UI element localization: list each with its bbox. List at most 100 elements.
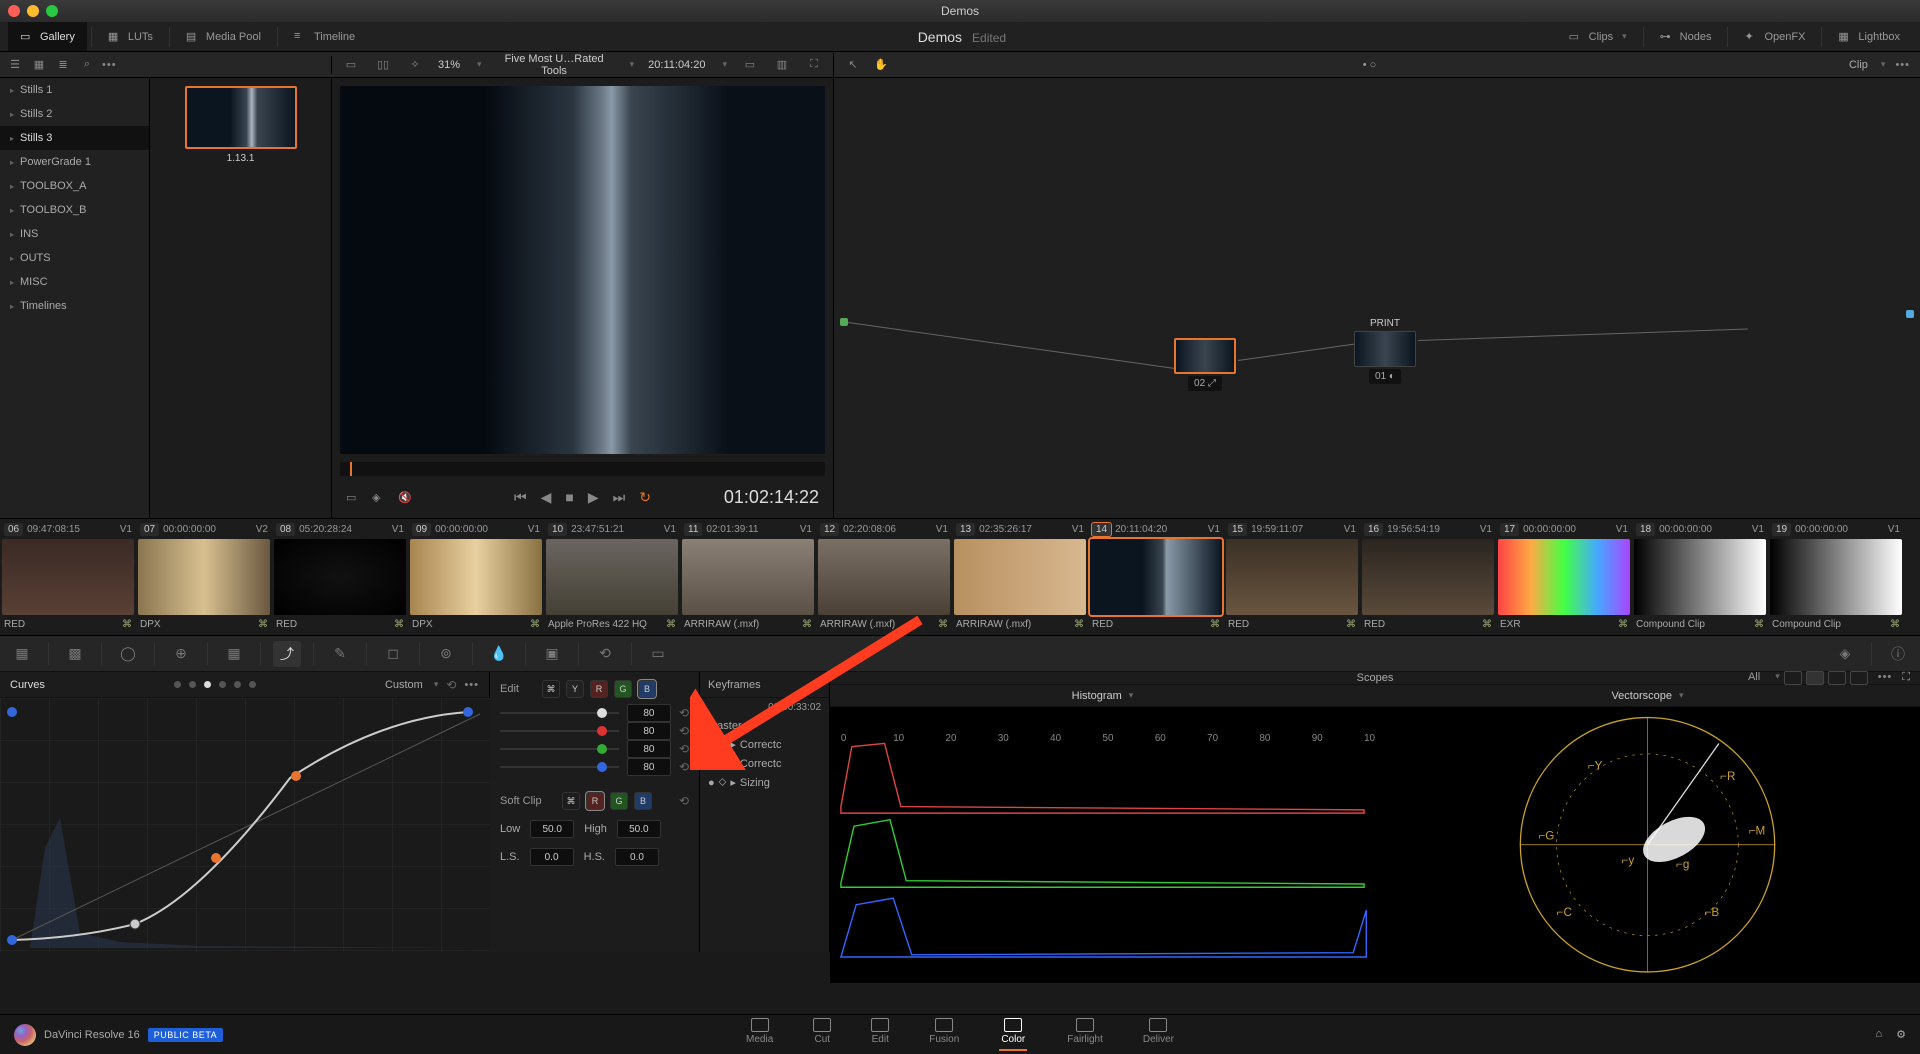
tab-lightbox[interactable]: ▦Lightbox — [1826, 22, 1912, 51]
scopes-options-icon[interactable]: ••• — [1878, 671, 1893, 685]
page-cut[interactable]: Cut — [813, 1018, 831, 1051]
scope-layout-4[interactable] — [1850, 671, 1868, 685]
node-01[interactable]: PRINT 01 ◐ — [1354, 318, 1416, 384]
project-settings-icon[interactable]: ⚙ — [1896, 1028, 1906, 1041]
keyframe-row-master[interactable]: Master — [700, 717, 829, 735]
stop-icon[interactable]: ■ — [565, 489, 573, 505]
play-reverse-icon[interactable]: ◀ — [541, 489, 552, 506]
curves-options-icon[interactable]: ••• — [464, 679, 479, 691]
sidebar-item-stills-1[interactable]: ▸Stills 1 — [0, 78, 149, 102]
grid-view-icon[interactable]: ▦ — [30, 56, 48, 74]
sidebar-item-outs[interactable]: ▸OUTS — [0, 246, 149, 270]
motion-effects-icon[interactable]: ▦ — [220, 641, 248, 667]
channel-r[interactable]: R — [590, 680, 608, 698]
reset-icon[interactable]: ⟲ — [679, 760, 689, 774]
clip-15[interactable]: 1519:59:11:07V1RED⌘ — [1224, 519, 1360, 635]
list-view-icon[interactable]: ☰ — [6, 56, 24, 74]
page-edit[interactable]: Edit — [871, 1018, 889, 1051]
marker-icon[interactable]: ◈ — [372, 491, 380, 504]
clip-16[interactable]: 1619:56:54:19V1RED⌘ — [1360, 519, 1496, 635]
softclip-link-icon[interactable]: ⌘ — [562, 792, 580, 810]
clip-19[interactable]: 1900:00:00:00V1Compound Clip⌘ — [1768, 519, 1904, 635]
home-icon[interactable]: ⌂ — [1875, 1028, 1882, 1041]
page-media[interactable]: Media — [746, 1018, 773, 1051]
intensity-slider-w[interactable]: ⟲ — [500, 704, 689, 722]
tab-timeline[interactable]: ≡Timeline — [282, 22, 367, 51]
kf-close-icon[interactable]: × — [815, 679, 821, 691]
softclip-r[interactable]: R — [586, 792, 604, 810]
clip-11[interactable]: 1102:01:39:11V1ARRIRAW (.mxf)⌘ — [680, 519, 816, 635]
reset-icon[interactable]: ⟲ — [679, 724, 689, 738]
pointer-icon[interactable]: ↖ — [844, 56, 862, 74]
still-thumbnail[interactable] — [185, 86, 297, 149]
window-controls[interactable] — [8, 5, 58, 17]
tab-media-pool[interactable]: ▤Media Pool — [174, 22, 273, 51]
intensity-slider-r[interactable]: ⟲ — [500, 722, 689, 740]
sidebar-item-toolbox_a[interactable]: ▸TOOLBOX_A — [0, 174, 149, 198]
close-window-icon[interactable] — [8, 5, 20, 17]
reset-icon[interactable]: ⟲ — [679, 706, 689, 720]
clip-07[interactable]: 0700:00:00:00V2DPX⌘ — [136, 519, 272, 635]
sort-icon[interactable]: ≣ — [54, 56, 72, 74]
intensity-slider-b[interactable]: ⟲ — [500, 758, 689, 776]
node-mode[interactable]: Clip — [1849, 59, 1868, 71]
sidebar-item-stills-3[interactable]: ▸Stills 3 — [0, 126, 149, 150]
softclip-ls[interactable] — [530, 848, 574, 866]
tab-nodes[interactable]: ⊶Nodes — [1648, 22, 1724, 51]
tab-luts[interactable]: ▦LUTs — [96, 22, 165, 51]
scopes-expand-icon[interactable]: ⛶ — [1902, 671, 1910, 685]
more-options-icon[interactable]: ••• — [102, 59, 117, 71]
search-icon[interactable]: ⌕ — [78, 56, 96, 74]
camera-raw-icon[interactable]: ▦ — [8, 641, 36, 667]
blur-icon[interactable]: 💧 — [485, 641, 513, 667]
channel-y[interactable]: Y — [566, 680, 584, 698]
color-wheels-icon[interactable]: ◯ — [114, 641, 142, 667]
node-graph[interactable]: 02 ⤢ PRINT 01 ◐ — [834, 78, 1920, 518]
curves-reset-icon[interactable]: ⟲ — [446, 678, 456, 692]
pan-icon[interactable]: ✋ — [872, 56, 890, 74]
clip-13[interactable]: 1302:35:26:17V1ARRIRAW (.mxf)⌘ — [952, 519, 1088, 635]
sidebar-item-powergrade-1[interactable]: ▸PowerGrade 1 — [0, 150, 149, 174]
expand-viewer-icon[interactable]: ⛶ — [805, 56, 823, 74]
scopes-all[interactable]: All — [1748, 671, 1760, 685]
curve-editor[interactable] — [0, 698, 490, 952]
channel-b[interactable]: B — [638, 680, 656, 698]
scope-layout-1[interactable] — [1784, 671, 1802, 685]
node-options-icon[interactable]: ••• — [1895, 59, 1910, 71]
sidebar-item-timelines[interactable]: ▸Timelines — [0, 294, 149, 318]
color-match-icon[interactable]: ▩ — [61, 641, 89, 667]
maximize-window-icon[interactable] — [46, 5, 58, 17]
page-deliver[interactable]: Deliver — [1143, 1018, 1174, 1051]
sidebar-item-stills-2[interactable]: ▸Stills 2 — [0, 102, 149, 126]
page-fairlight[interactable]: Fairlight — [1067, 1018, 1103, 1051]
mute-icon[interactable]: 🔇 — [398, 491, 412, 504]
minimize-window-icon[interactable] — [27, 5, 39, 17]
viewer-zoom[interactable]: 31% — [438, 59, 460, 71]
split-screen-icon[interactable]: ▥ — [773, 56, 791, 74]
clip-09[interactable]: 0900:00:00:00V1DPX⌘ — [408, 519, 544, 635]
softclip-g[interactable]: G — [610, 792, 628, 810]
reset-icon[interactable]: ⟲ — [679, 742, 689, 756]
keyframe-row-sizing[interactable]: ● ⬦ ▸ Sizing — [700, 773, 829, 792]
page-fusion[interactable]: Fusion — [929, 1018, 959, 1051]
intensity-value-w[interactable] — [627, 704, 671, 722]
curves-icon[interactable]: ⤴ — [273, 641, 301, 667]
rgb-mixer-icon[interactable]: ⊕ — [167, 641, 195, 667]
keyframe-row-correctc[interactable]: ● ⬦ ▸ Correctc — [700, 754, 829, 773]
tab-clips[interactable]: ▭Clips▾ — [1557, 22, 1639, 51]
histogram-canvas[interactable]: 0102030405060708090100 — [830, 707, 1375, 983]
softclip-hs[interactable] — [615, 848, 659, 866]
in-out-icon[interactable]: ▭ — [346, 491, 356, 504]
softclip-low[interactable] — [530, 820, 574, 838]
qualifier-icon[interactable]: ✎ — [326, 641, 354, 667]
intensity-value-g[interactable] — [627, 740, 671, 758]
next-clip-icon[interactable]: ⏭ — [613, 489, 626, 506]
info-icon[interactable]: ⓘ — [1884, 641, 1912, 667]
clip-12[interactable]: 1202:20:08:06V1ARRIRAW (.mxf)⌘ — [816, 519, 952, 635]
sidebar-item-toolbox_b[interactable]: ▸TOOLBOX_B — [0, 198, 149, 222]
loop-icon[interactable]: ↻ — [639, 489, 651, 506]
stereo-icon[interactable]: ▭ — [644, 641, 672, 667]
link-channels-icon[interactable]: ⌘ — [542, 680, 560, 698]
clip-14[interactable]: 1420:11:04:20V1RED⌘ — [1088, 519, 1224, 635]
curves-mode[interactable]: Custom — [385, 679, 423, 691]
